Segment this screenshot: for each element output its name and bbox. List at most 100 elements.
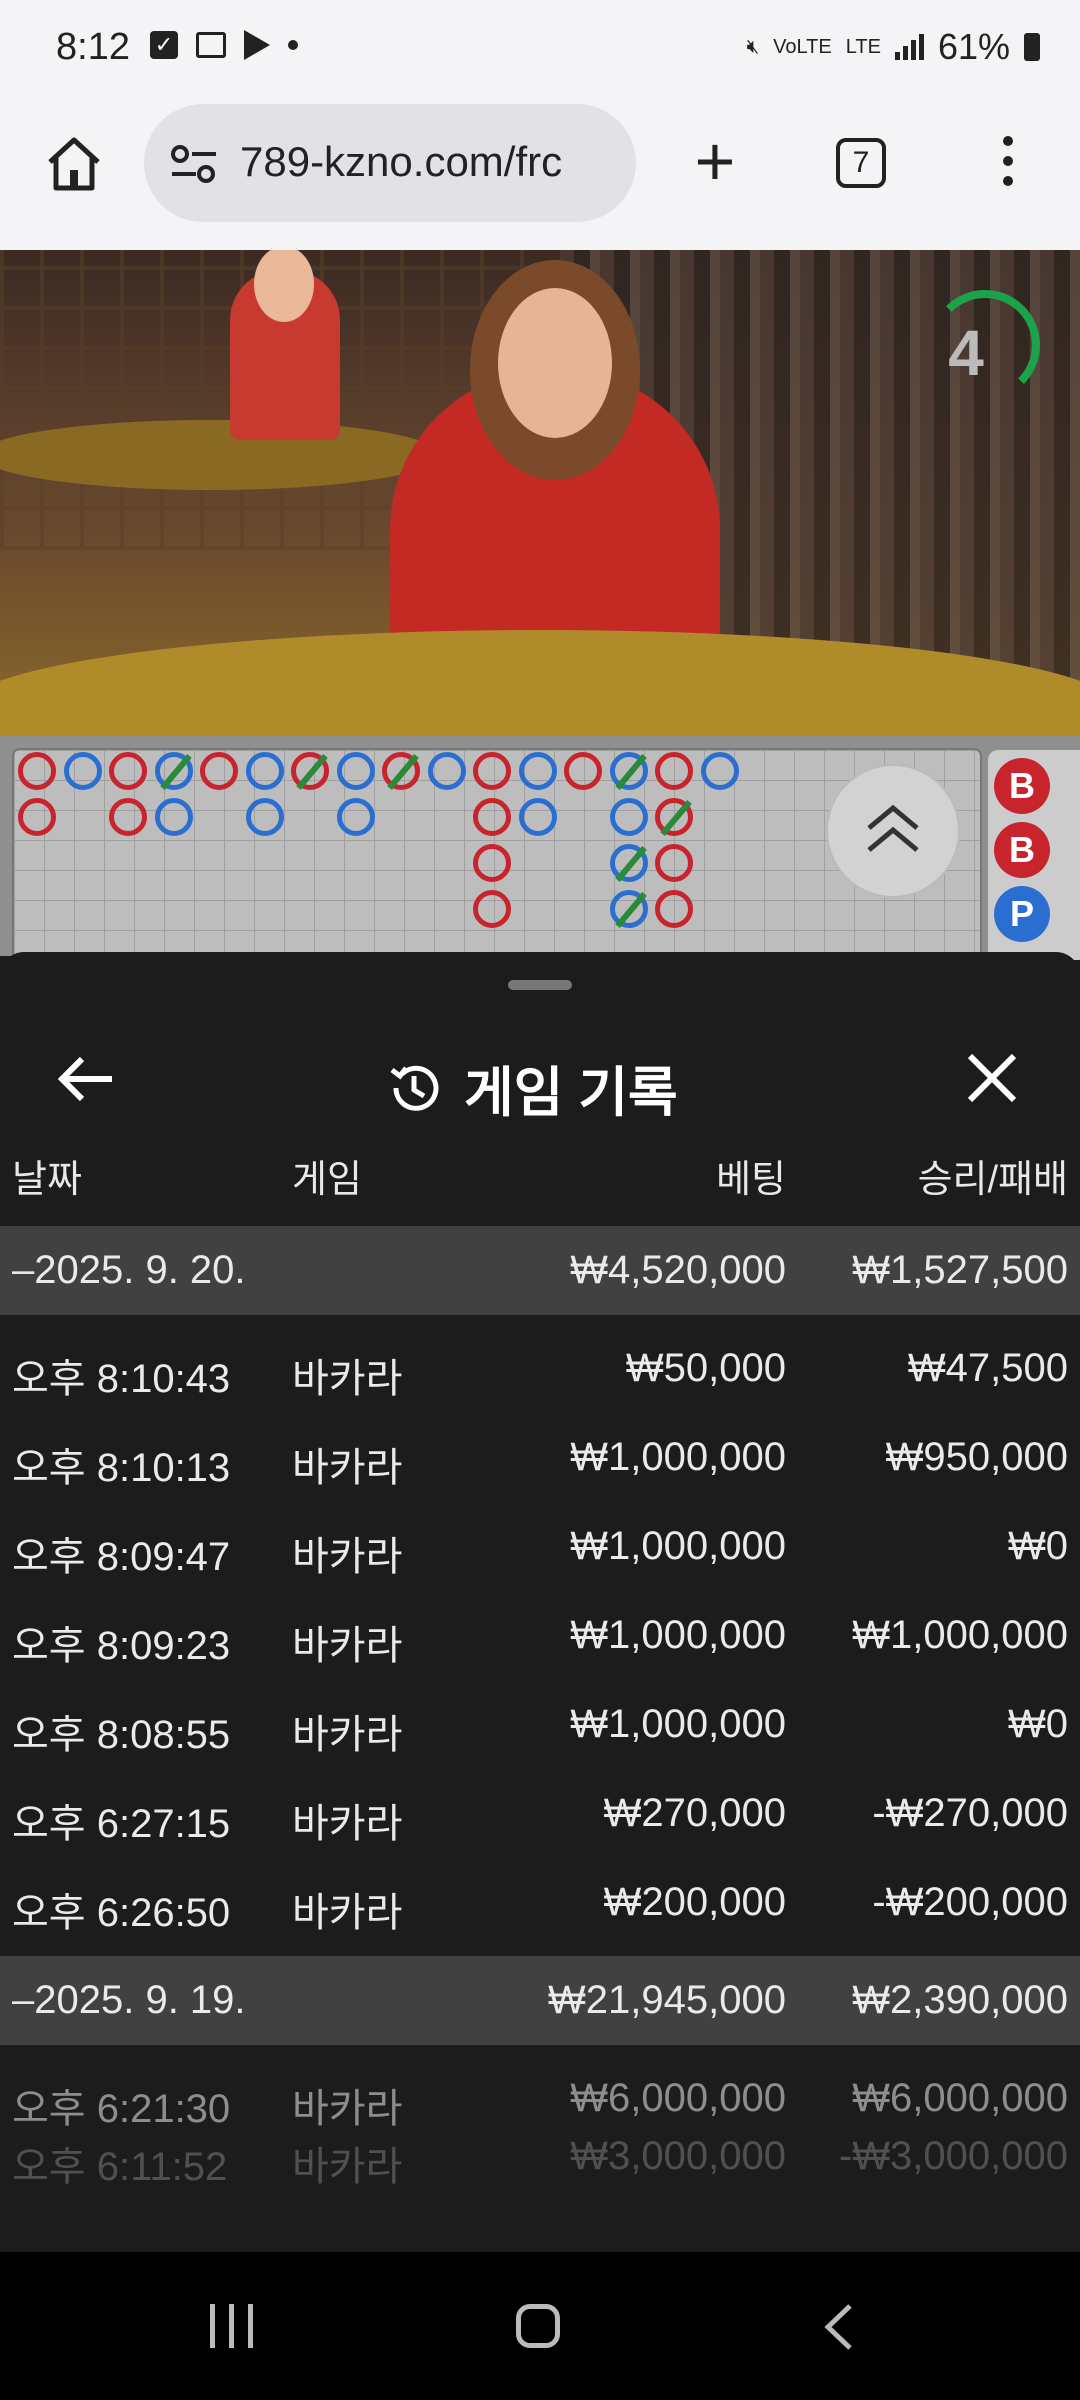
table-row[interactable]: 오후 8:09:23 바카라 ₩1,000,000 ₩1,000,000	[0, 1591, 1080, 1680]
row-wl: -₩270,000	[872, 1791, 1068, 1835]
tab-switcher-button[interactable]: 7	[836, 138, 886, 188]
calendar-notification-icon	[196, 32, 226, 58]
road-bead	[109, 798, 147, 836]
road-bead	[609, 798, 648, 836]
row-bet: ₩1,000,000	[570, 1435, 786, 1479]
new-tab-button[interactable]: +	[680, 126, 750, 198]
system-navigation-bar	[0, 2252, 1080, 2400]
column-game: 게임	[292, 1159, 362, 1201]
group-date: –2025. 9. 19.	[12, 1978, 246, 2022]
table-row[interactable]: 오후 8:10:43 바카라 ₩50,000 ₩47,500	[0, 1324, 1080, 1413]
row-time: 오후 6:11:52	[12, 2145, 228, 2189]
road-bead	[473, 890, 511, 928]
row-time: 오후 8:10:13	[12, 1446, 231, 1490]
road-bead	[336, 798, 375, 836]
road-bead	[245, 798, 284, 836]
play-store-icon	[244, 30, 270, 60]
signal-icon	[894, 34, 924, 60]
back-nav-icon[interactable]	[820, 2302, 860, 2352]
road-bead	[473, 844, 511, 882]
road-bead	[18, 752, 56, 790]
row-time: 오후 8:09:23	[12, 1624, 231, 1668]
row-time: 오후 8:10:43	[12, 1357, 231, 1401]
battery-percent: 61%	[937, 26, 1010, 67]
tie-marker	[614, 845, 647, 883]
row-game: 바카라	[292, 1891, 403, 1935]
road-bead	[564, 752, 602, 790]
road-bead	[63, 752, 102, 790]
table-row[interactable]: 오후 6:11:52 바카라 ₩3,000,000 -₩3,000,000	[0, 2112, 1080, 2201]
site-settings-icon[interactable]	[170, 144, 218, 184]
sheet-title: 게임 기록	[464, 1063, 678, 1123]
system-icons: 🔇︎ VoLTE LTE 61%	[747, 26, 1040, 68]
road-bead	[154, 798, 193, 836]
expand-roadmap-button[interactable]	[826, 764, 960, 898]
home-icon[interactable]	[44, 134, 104, 194]
more-notifications-dot-icon	[288, 40, 298, 50]
sheet-header: 게임 기록	[0, 1022, 1080, 1132]
date-group-header[interactable]: –2025. 9. 19. ₩21,945,000 ₩2,390,000	[0, 1956, 1080, 2045]
group-date: –2025. 9. 20.	[12, 1248, 246, 1292]
road-bead	[655, 752, 693, 790]
row-bet: ₩50,000	[625, 1346, 786, 1390]
back-arrow-icon[interactable]	[56, 1054, 116, 1104]
table-row[interactable]: 오후 8:08:55 바카라 ₩1,000,000 ₩0	[0, 1680, 1080, 1769]
road-bead	[427, 752, 466, 790]
row-bet: ₩1,000,000	[570, 1613, 786, 1657]
prediction-banker-2: B	[994, 822, 1050, 878]
status-time: 8:12	[56, 26, 130, 68]
row-game: 바카라	[292, 1713, 403, 1757]
chevron-double-up-icon	[867, 804, 919, 852]
game-history-sheet: 게임 기록 날짜 게임 베팅 승리/패배 –2025. 9. 20. ₩4,52…	[0, 952, 1080, 2252]
column-headers: 날짜 게임 베팅 승리/패배	[0, 1148, 1080, 1208]
tie-marker	[614, 891, 647, 929]
home-nav-icon[interactable]	[516, 2304, 560, 2348]
road-bead	[609, 752, 648, 791]
road-bead	[518, 752, 557, 790]
road-bead	[655, 798, 693, 837]
row-wl: ₩1,000,000	[852, 1613, 1068, 1657]
road-bead	[18, 798, 56, 836]
row-bet: ₩1,000,000	[570, 1524, 786, 1568]
row-wl: -₩200,000	[872, 1880, 1068, 1924]
notification-icons: ✓	[150, 30, 298, 60]
road-bead	[291, 752, 329, 791]
date-group-header[interactable]: –2025. 9. 20. ₩4,520,000 ₩1,527,500	[0, 1226, 1080, 1315]
browser-menu-icon[interactable]	[990, 130, 1026, 200]
recent-apps-icon[interactable]	[210, 2304, 253, 2348]
table-row[interactable]: 오후 6:26:50 바카라 ₩200,000 -₩200,000	[0, 1858, 1080, 1947]
table-row[interactable]: 오후 6:27:15 바카라 ₩270,000 -₩270,000	[0, 1769, 1080, 1858]
network-type: LTE	[845, 35, 881, 58]
row-game: 바카라	[292, 1357, 403, 1401]
battery-icon	[1024, 33, 1040, 61]
mute-icon: 🔇︎	[746, 35, 760, 58]
road-bead	[609, 890, 648, 929]
road-bead	[382, 752, 420, 791]
road-bead	[200, 752, 238, 790]
row-bet: ₩200,000	[603, 1880, 786, 1924]
road-bead	[700, 752, 739, 790]
row-bet: ₩270,000	[603, 1791, 786, 1835]
road-bead	[518, 798, 557, 836]
road-bead	[336, 752, 375, 790]
drag-handle[interactable]	[508, 980, 572, 990]
tie-marker	[387, 753, 419, 791]
group-bet-total: ₩4,520,000	[570, 1248, 786, 1292]
address-bar[interactable]: 789-kzno.com/frc	[144, 104, 636, 222]
row-game: 바카라	[292, 1624, 403, 1668]
road-bead	[473, 798, 511, 836]
close-icon[interactable]	[966, 1052, 1018, 1104]
status-bar: 8:12 ✓ 🔇︎ VoLTE LTE 61%	[0, 0, 1080, 100]
group-wl-total: ₩2,390,000	[852, 1978, 1068, 2022]
prediction-column: B B P	[988, 750, 1080, 960]
table-row[interactable]: 오후 8:09:47 바카라 ₩1,000,000 ₩0	[0, 1502, 1080, 1591]
row-time: 오후 8:08:55	[12, 1713, 231, 1757]
tie-marker	[660, 799, 692, 837]
table-row[interactable]: 오후 8:10:13 바카라 ₩1,000,000 ₩950,000	[0, 1413, 1080, 1502]
group-bet-total: ₩21,945,000	[548, 1978, 786, 2022]
road-bead	[609, 844, 648, 883]
tie-marker	[296, 753, 328, 791]
history-icon	[390, 1065, 439, 1111]
background-dealer	[230, 250, 340, 440]
url-text[interactable]: 789-kzno.com/frc	[240, 138, 562, 186]
